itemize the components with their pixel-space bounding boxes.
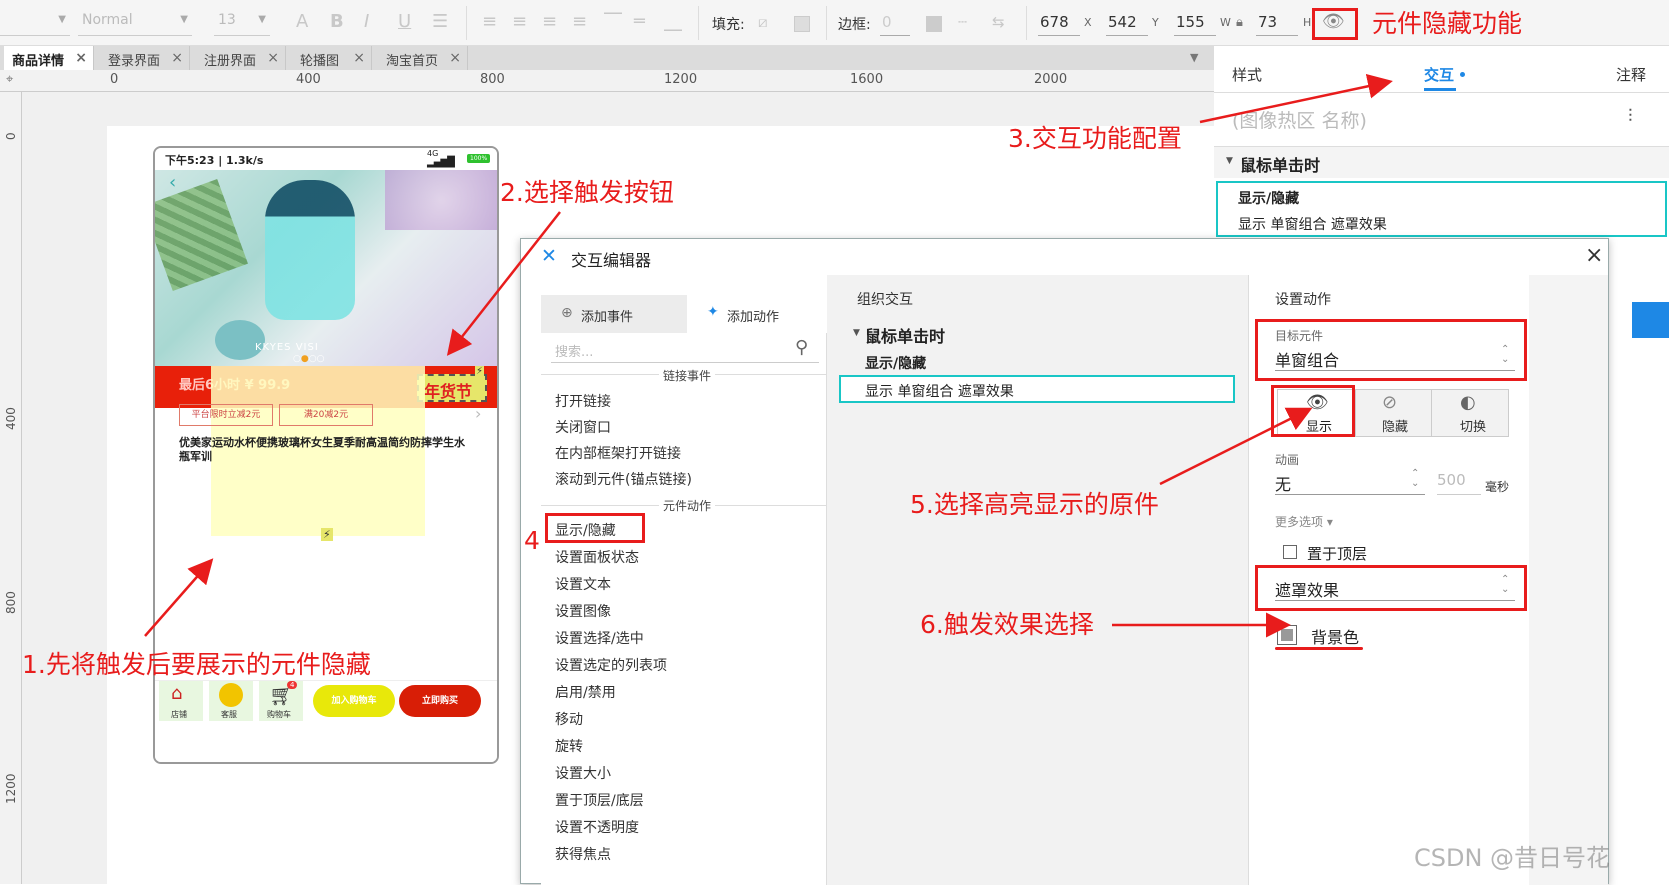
annotation-step1: 1.先将触发后要展示的元件隐藏 — [22, 650, 371, 679]
annotation-step2: 2.选择触发按钮 — [500, 178, 674, 207]
annotation-step6: 6.触发效果选择 — [920, 610, 1094, 639]
annotation-arrows — [144, 73, 1393, 638]
csdn-watermark: CSDN @昔日号花 — [1414, 844, 1611, 872]
annotation-step4: 4 — [524, 526, 540, 555]
annotation-step3: 3.交互功能配置 — [1008, 124, 1182, 153]
annotation-step5: 5.选择高亮显示的原件 — [910, 490, 1159, 519]
